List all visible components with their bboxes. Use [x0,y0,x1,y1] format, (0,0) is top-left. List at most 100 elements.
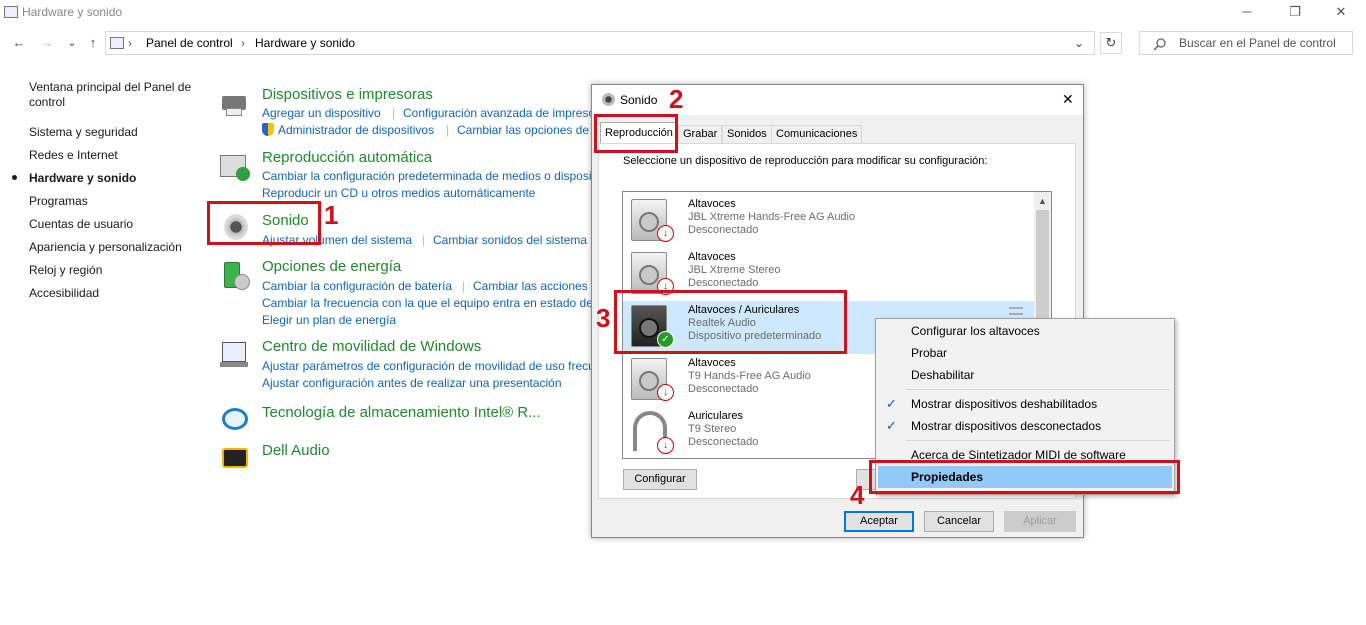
link-change-options[interactable]: Cambiar las opciones de [457,123,591,137]
link-advanced-printer[interactable]: Configuración avanzada de impreso [403,106,591,120]
link-add-device[interactable]: Agregar un dispositivo [262,106,381,120]
device-desc: JBL Xtreme Stereo [688,264,781,276]
annotation-box-2 [594,114,678,153]
device-status: Desconectado [688,436,759,448]
recent-locations-button[interactable]: ⌄ [63,34,81,52]
minimize-button[interactable]: ─ [1224,0,1270,26]
annotation-box-1 [207,201,321,245]
menu-disable[interactable]: Deshabilitar [878,364,1172,386]
dialog-titlebar: Sonido ✕ [592,85,1083,115]
autoplay-icon [220,153,250,183]
ok-button[interactable]: Aceptar [844,511,914,532]
category-dell-audio[interactable]: Dell Audio [262,442,330,459]
annotation-number-3: 3 [596,303,611,333]
scrollbar-thumb[interactable] [1036,210,1049,328]
breadcrumb-hardware-sound[interactable]: Hardware y sonido [255,36,355,50]
refresh-button[interactable]: ↻ [1100,32,1122,54]
link-separator: | [392,106,396,120]
control-panel-icon [110,37,124,49]
address-sep: › [128,36,132,50]
nav-network-internet[interactable]: Redes e Internet [29,148,118,163]
menu-separator [906,389,1170,390]
dialog-title: Sonido [620,93,658,107]
category-power-options[interactable]: Opciones de energía [262,258,401,275]
active-bullet [12,175,17,180]
link-change-system-sounds[interactable]: Cambiar sonidos del sistema [433,233,587,247]
search-icon [1153,38,1166,51]
link-separator: | [462,279,466,293]
category-intel-storage[interactable]: Tecnología de almacenamiento Intel® R... [262,404,541,421]
mobility-center-icon [220,340,250,370]
annotation-box-4 [869,460,1180,494]
window-titlebar: Hardware y sonido ─ ❐ ✕ [0,0,1366,26]
link-presentation-settings[interactable]: Ajustar configuración antes de realizar … [262,376,562,390]
menu-configure-speakers[interactable]: Configurar los altavoces [878,320,1172,342]
nav-programs[interactable]: Programas [29,194,88,209]
link-battery-settings[interactable]: Cambiar la configuración de batería [262,279,452,293]
disconnected-icon: ↓ [657,225,674,242]
search-placeholder: Buscar en el Panel de control [1179,36,1336,50]
link-autoplay-cd[interactable]: Reproducir un CD u otros medios automáti… [262,186,535,200]
menu-show-disconnected[interactable]: ✓ Mostrar dispositivos desconectados [878,415,1172,437]
device-name: Altavoces [688,198,736,210]
link-device-manager[interactable]: Administrador de dispositivos [278,123,434,137]
menu-show-disabled[interactable]: ✓ Mostrar dispositivos deshabilitados [878,393,1172,415]
menu-show-disabled-label: Mostrar dispositivos deshabilitados [911,397,1098,411]
nav-accessibility[interactable]: Accesibilidad [29,286,99,301]
address-sep: › [241,36,245,50]
close-button[interactable]: ✕ [1318,0,1364,26]
nav-home[interactable]: Ventana principal del Panel de control [29,80,199,110]
checkmark-icon: ✓ [886,396,897,411]
device-item[interactable]: ↓ Altavoces JBL Xtreme Hands-Free AG Aud… [623,195,1035,248]
tab-grabar[interactable]: Grabar [678,125,723,144]
shield-icon [262,123,274,136]
device-desc: T9 Hands-Free AG Audio [688,370,811,382]
forward-button[interactable]: → [38,34,56,52]
tab-sonidos[interactable]: Sonidos [722,125,772,144]
level-meter-icon [1009,307,1023,315]
link-mobility-settings[interactable]: Ajustar parámetros de configuración de m… [262,359,591,373]
nav-clock-region[interactable]: Reloj y región [29,263,102,278]
device-name: Altavoces [688,357,736,369]
category-autoplay[interactable]: Reproducción automática [262,149,432,166]
address-dropdown-icon[interactable]: ⌄ [1074,36,1084,50]
dialog-close-button[interactable]: ✕ [1062,91,1074,108]
annotation-number-1: 1 [324,200,339,230]
disconnected-icon: ↓ [657,384,674,401]
category-devices-printers[interactable]: Dispositivos e impresoras [262,86,433,103]
speaker-icon [602,93,615,106]
configure-button[interactable]: Configurar [623,469,697,490]
link-change-actions[interactable]: Cambiar las acciones d [473,279,591,293]
nav-appearance[interactable]: Apariencia y personalización [29,240,182,255]
category-mobility-center[interactable]: Centro de movilidad de Windows [262,338,481,355]
menu-test[interactable]: Probar [878,342,1172,364]
search-input[interactable]: Buscar en el Panel de control [1139,31,1353,55]
playback-instruction: Seleccione un dispositivo de reproducció… [623,155,988,167]
link-autoplay-defaults[interactable]: Cambiar la configuración predeterminada … [262,169,591,183]
device-status: Desconectado [688,224,759,236]
intel-storage-icon [220,404,250,434]
device-status: Desconectado [688,383,759,395]
scroll-up-icon[interactable]: ▲ [1038,196,1047,206]
back-button[interactable]: ← [10,34,28,52]
address-bar[interactable]: › Panel de control › Hardware y sonido ⌄ [105,31,1095,55]
checkmark-icon: ✓ [886,418,897,433]
power-options-icon [220,262,250,292]
link-separator: | [446,123,450,137]
annotation-number-4: 4 [850,480,865,510]
link-power-plan[interactable]: Elegir un plan de energía [262,313,396,327]
breadcrumb-control-panel[interactable]: Panel de control [146,36,233,50]
device-name: Auriculares [688,410,744,422]
nav-system-security[interactable]: Sistema y seguridad [29,125,138,140]
link-separator: | [422,233,426,247]
up-button[interactable]: ↑ [84,34,102,52]
link-sleep-frequency[interactable]: Cambiar la frecuencia con la que el equi… [262,296,591,310]
annotation-number-2: 2 [669,84,684,114]
cancel-button[interactable]: Cancelar [924,511,994,532]
nav-user-accounts[interactable]: Cuentas de usuario [29,217,133,232]
tab-comunicaciones[interactable]: Comunicaciones [771,125,863,144]
maximize-button[interactable]: ❐ [1272,0,1318,26]
control-panel-icon [4,6,18,18]
nav-hardware-sound[interactable]: Hardware y sonido [29,171,136,186]
menu-show-disconnected-label: Mostrar dispositivos desconectados [911,419,1102,433]
